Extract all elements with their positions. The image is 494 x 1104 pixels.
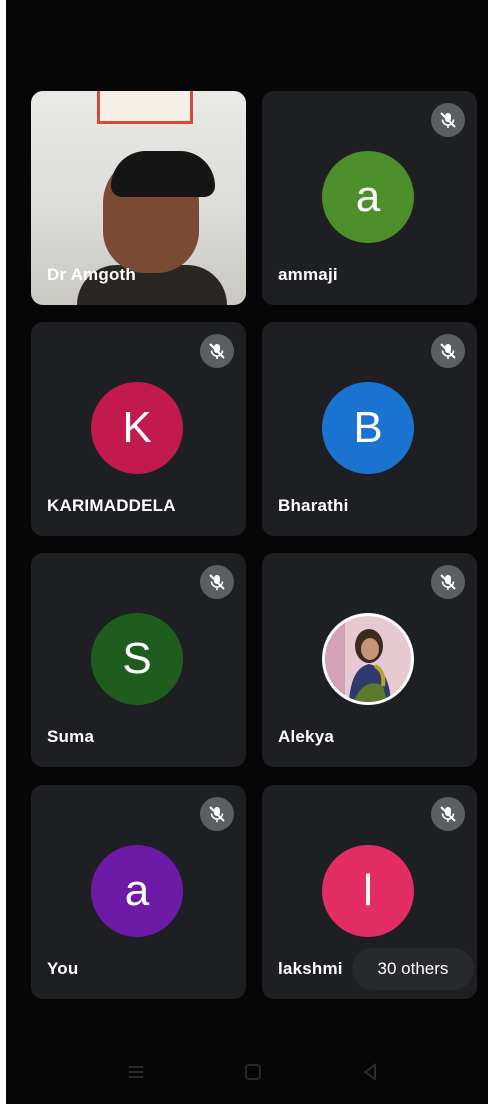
others-count-button[interactable]: 30 others — [352, 948, 474, 990]
participant-name: ammaji — [278, 265, 338, 284]
participant-tile-bharathi[interactable]: B Bharathi — [262, 322, 477, 536]
avatar: a — [91, 845, 183, 937]
home-icon[interactable] — [243, 1062, 263, 1087]
mic-off-icon — [200, 334, 234, 368]
avatar-initial: K — [122, 403, 152, 452]
participant-name: KARIMADDELA — [47, 496, 176, 515]
meeting-screen: Dr Amgoth a ammaji K KARIMADDELA B Bhara… — [6, 0, 488, 1104]
avatar: l — [322, 845, 414, 937]
avatar: K — [91, 382, 183, 474]
menu-icon[interactable] — [126, 1062, 146, 1087]
mic-off-icon — [200, 565, 234, 599]
wall-frame — [97, 91, 193, 124]
participant-name: Alekya — [278, 727, 335, 746]
participant-tile-you[interactable]: a You — [31, 785, 246, 999]
avatar-initial: l — [363, 866, 373, 915]
mic-off-icon — [431, 797, 465, 831]
mic-off-icon — [431, 103, 465, 137]
system-nav-bar — [6, 1040, 488, 1104]
avatar: B — [322, 382, 414, 474]
participant-name: You — [47, 959, 79, 978]
participant-tile-dr-amgoth[interactable]: Dr Amgoth — [31, 91, 246, 305]
avatar: a — [322, 151, 414, 243]
participant-tile-ammaji[interactable]: a ammaji — [262, 91, 477, 305]
mic-off-icon — [431, 565, 465, 599]
participant-tile-alekya[interactable]: Alekya — [262, 553, 477, 767]
participant-tile-suma[interactable]: S Suma — [31, 553, 246, 767]
participant-name: Suma — [47, 727, 95, 746]
participant-name: Bharathi — [278, 496, 349, 515]
avatar-initial: B — [353, 403, 383, 452]
avatar: S — [91, 613, 183, 705]
participant-name: Dr Amgoth — [47, 265, 136, 284]
avatar-initial: a — [124, 866, 150, 915]
participant-name: lakshmi — [278, 959, 343, 978]
avatar-initial: a — [355, 172, 381, 221]
avatar-initial: S — [122, 634, 152, 683]
mic-off-icon — [431, 334, 465, 368]
mic-off-icon — [200, 797, 234, 831]
participant-tile-karimaddela[interactable]: K KARIMADDELA — [31, 322, 246, 536]
back-icon[interactable] — [360, 1062, 380, 1087]
photo-avatar — [322, 613, 414, 705]
